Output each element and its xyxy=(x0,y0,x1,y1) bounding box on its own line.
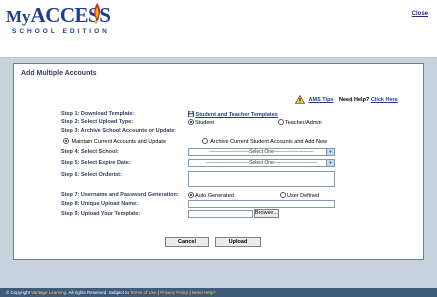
click-here-link[interactable]: Click Here xyxy=(371,97,398,103)
step4-label: Step 4: Select School: xyxy=(61,149,119,155)
help-bar: AMS Tips Need Help? Click Here xyxy=(295,95,398,106)
chevron-down-icon: ▼ xyxy=(326,160,334,166)
teacher-admin-radio-label: Teacher/Admin xyxy=(285,120,322,126)
teacher-option: Teacher/Admin xyxy=(278,119,322,126)
user-defined-radio[interactable] xyxy=(280,192,286,198)
header: MyACCESS SCHOOL EDITION Close xyxy=(0,0,437,58)
flame-logo-icon xyxy=(94,3,101,24)
close-link[interactable]: Close xyxy=(412,11,428,17)
templates-download-link[interactable]: Student and Teacher Templates xyxy=(196,112,278,118)
school-select-value: ------------------------Select One------… xyxy=(209,149,314,155)
add-multiple-accounts-panel: Add Multiple Accounts AMS Tips Need Help… xyxy=(13,63,424,260)
logo-subtitle: SCHOOL EDITION xyxy=(12,28,110,35)
user-defined-radio-label: User Defined xyxy=(287,193,320,199)
auto-generated-radio[interactable] xyxy=(188,192,194,198)
step7-label: Step 7: Username and Password Generation… xyxy=(61,192,179,198)
panel-title: Add Multiple Accounts xyxy=(21,70,97,77)
expire-date-select[interactable]: --------------------------Select One----… xyxy=(188,159,335,167)
floppy-disk-icon xyxy=(188,111,194,117)
footer-terms-link[interactable]: Terms of Use xyxy=(130,290,157,295)
footer-copyright: © Copyright xyxy=(6,290,30,295)
footer: © Copyright Vantage Learning. All rights… xyxy=(0,288,437,297)
school-select[interactable]: ------------------------Select One------… xyxy=(188,148,335,156)
step3-label: Step 3: Archive School Accounts or Updat… xyxy=(61,128,177,134)
footer-privacy-link[interactable]: Privacy Policy xyxy=(160,290,188,295)
user-defined-option: User Defined xyxy=(280,192,319,199)
logo-prefix: My xyxy=(6,7,31,26)
maintain-radio[interactable] xyxy=(63,138,69,144)
archive-radio[interactable] xyxy=(202,138,208,144)
need-help-label: Need Help? xyxy=(339,96,370,103)
upload-name-input[interactable] xyxy=(188,200,335,208)
footer-need-help-link[interactable]: Need Help? xyxy=(192,290,216,295)
browse-button[interactable]: Browse... xyxy=(254,209,279,218)
footer-company-link[interactable]: Vantage Learning xyxy=(31,290,66,295)
cancel-button[interactable]: Cancel xyxy=(165,237,209,247)
generation-group: Auto Generated User Defined xyxy=(188,192,319,199)
archive-option: Archive Current Student Accounts and Add… xyxy=(202,138,327,145)
upload-type-group: Student Teacher/Admin xyxy=(188,119,322,126)
step2-label: Step 2: Select Upload Type: xyxy=(61,119,134,125)
chevron-down-icon: ▼ xyxy=(326,149,334,155)
archive-radio-label: Archive Current Student Accounts and Add… xyxy=(210,139,328,145)
teacher-admin-radio[interactable] xyxy=(278,119,284,125)
step6-label: Step 6: Select Orderist: xyxy=(61,172,122,178)
expire-date-select-value: --------------------------Select One----… xyxy=(205,160,318,166)
maintain-radio-label: Maintain Current Accounts and Update xyxy=(71,139,167,145)
orderist-listbox[interactable] xyxy=(188,171,335,187)
step1-control: Student and Teacher Templates xyxy=(188,111,278,118)
step8-label: Step 8: Unique Upload Name: xyxy=(61,201,139,207)
warning-icon xyxy=(295,95,305,104)
maintain-option: Maintain Current Accounts and Update xyxy=(63,138,166,145)
step9-label: Step 9: Upload Your Template: xyxy=(61,211,141,217)
auto-generated-radio-label: Auto Generated xyxy=(195,193,234,199)
step1-label: Step 1: Download Template: xyxy=(61,111,135,117)
footer-rights: . All rights Reserved. Subject to xyxy=(66,290,129,295)
student-radio[interactable] xyxy=(188,119,194,125)
template-file-input[interactable] xyxy=(188,210,253,218)
step5-label: Step 5: Select Expire Date: xyxy=(61,160,131,166)
upload-button[interactable]: Upload xyxy=(215,237,261,247)
ams-tips-link[interactable]: AMS Tips xyxy=(309,97,334,103)
student-radio-label: Student xyxy=(195,120,214,126)
